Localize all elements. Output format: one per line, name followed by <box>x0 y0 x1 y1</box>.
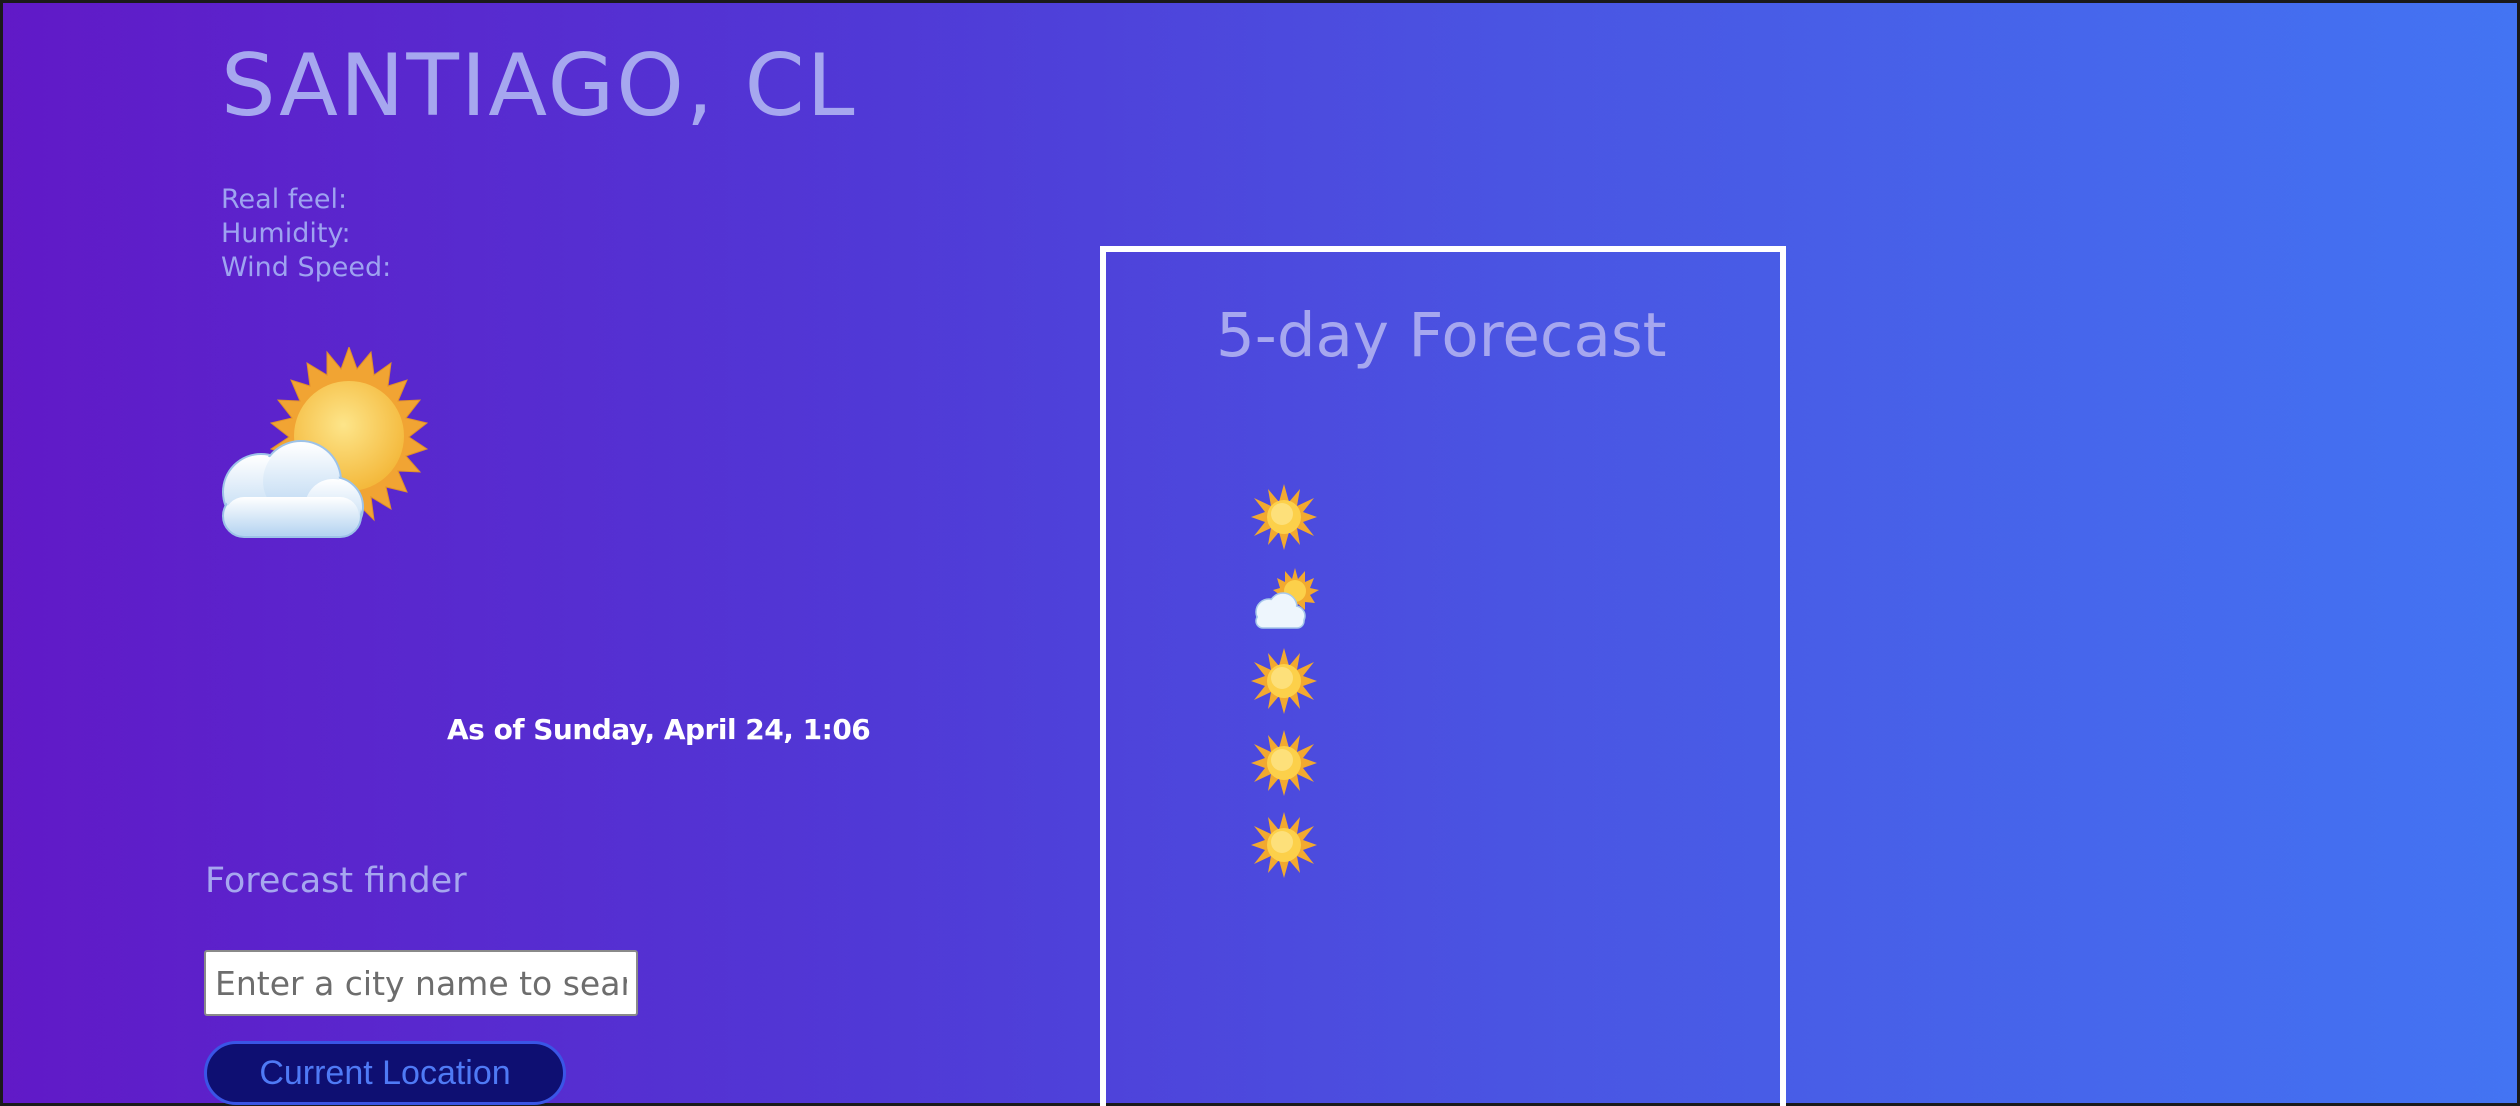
forecast-heading: 5-day Forecast <box>1216 300 1667 371</box>
forecast-day-5 <box>1249 804 1321 886</box>
forecast-day-1 <box>1249 476 1321 558</box>
sun-icon <box>1249 646 1319 716</box>
sun-icon <box>1249 810 1319 880</box>
city-title: SANTIAGO, CL <box>221 36 857 136</box>
sun-icon <box>1249 728 1319 798</box>
five-day-forecast-panel: 5-day Forecast <box>1100 246 1786 1106</box>
forecast-day-4 <box>1249 722 1321 804</box>
forecast-list <box>1249 476 1321 886</box>
wind-speed-label: Wind Speed: <box>221 252 392 283</box>
sun-icon <box>1249 482 1319 552</box>
city-search-input[interactable] <box>204 950 638 1016</box>
humidity-label: Humidity: <box>221 218 351 249</box>
forecast-finder-heading: Forecast finder <box>205 861 467 901</box>
current-location-button[interactable]: Current Location <box>204 1041 566 1105</box>
sun-behind-cloud-icon <box>1249 564 1319 634</box>
weather-details: Real feel: Humidity: Wind Speed: <box>221 183 391 285</box>
last-updated-text: As of Sunday, April 24, 1:06 <box>447 713 871 746</box>
real-feel-label: Real feel: <box>221 184 348 215</box>
sun-behind-cloud-icon <box>209 345 429 557</box>
forecast-day-3 <box>1249 640 1321 722</box>
forecast-day-2 <box>1249 558 1321 640</box>
